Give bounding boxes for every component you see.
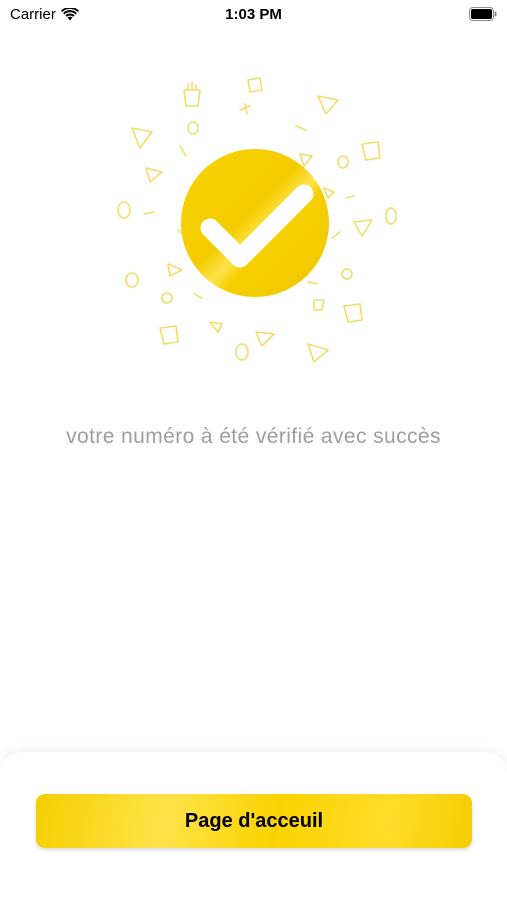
- bottom-sheet: Page d'acceuil: [0, 752, 507, 900]
- success-message: votre numéro à été vérifié avec succès: [66, 425, 441, 448]
- check-circle-icon: [181, 149, 329, 297]
- status-time: 1:03 PM: [225, 6, 282, 23]
- success-illustration: [117, 77, 397, 363]
- status-bar: Carrier 1:03 PM: [0, 0, 507, 30]
- verification-success-screen: Carrier 1:03 PM votre numéro à été vérif…: [0, 0, 507, 900]
- battery-icon: [469, 7, 497, 21]
- home-page-button[interactable]: Page d'acceuil: [36, 794, 472, 848]
